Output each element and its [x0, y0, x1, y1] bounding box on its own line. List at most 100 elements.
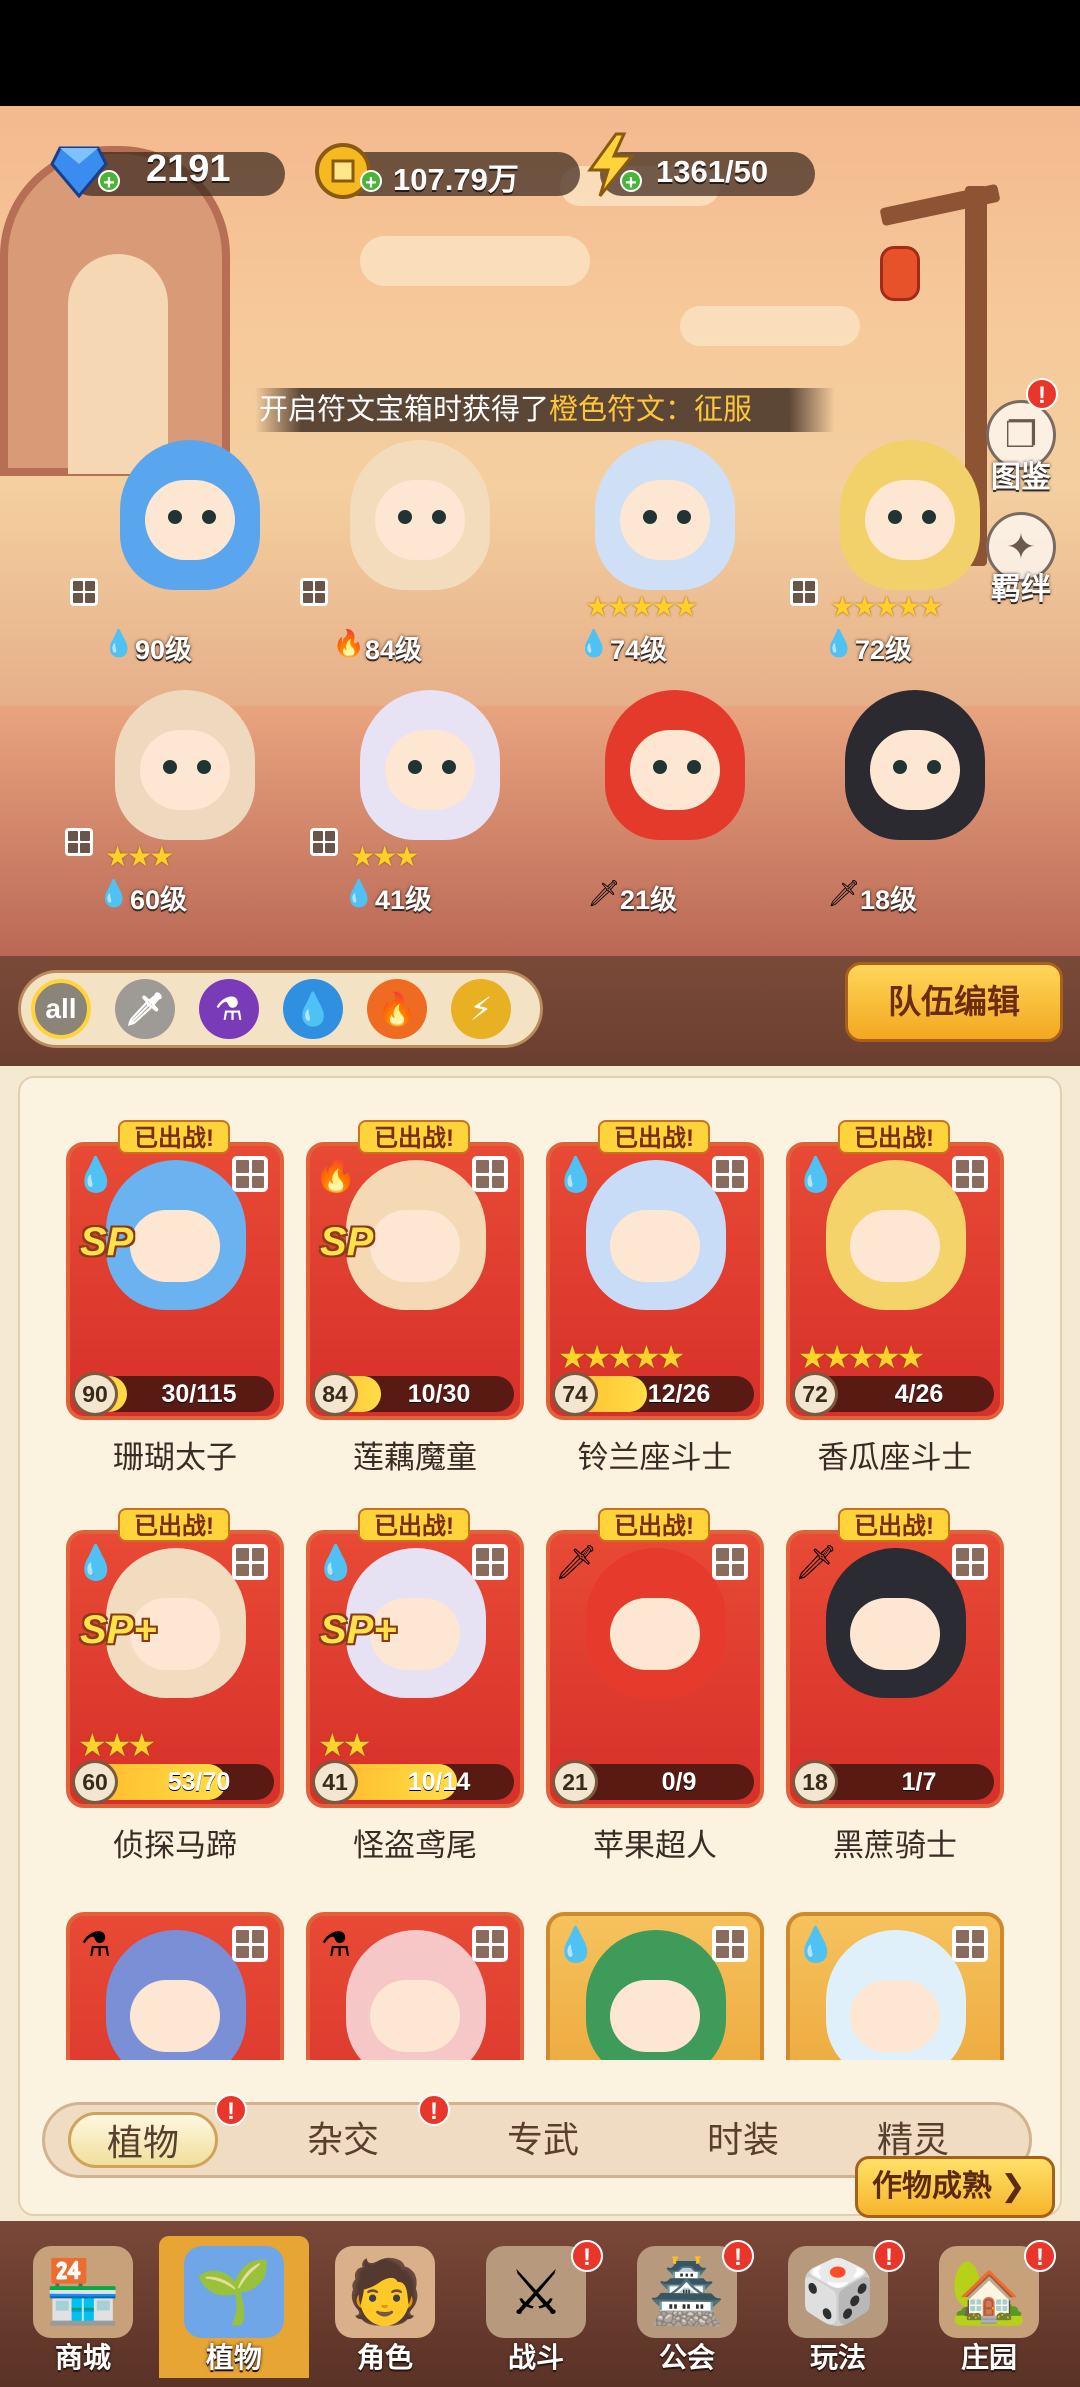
hero-eye	[442, 760, 456, 774]
card-level: 60	[72, 1760, 118, 1804]
formation-grid-icon	[232, 1926, 268, 1962]
team-hero-2[interactable]: 🔥 84级	[300, 430, 510, 665]
plant-name: 黑蔗骑士	[833, 1828, 957, 1863]
card-level: 41	[312, 1760, 358, 1804]
encyclopedia-label: 图鉴	[991, 461, 1051, 494]
formation-grid-icon	[712, 1156, 748, 1192]
nav-character[interactable]: 🧑 角色	[310, 2236, 460, 2378]
deployed-banner: 已出战!	[358, 1120, 470, 1154]
hero-eye	[163, 760, 177, 774]
card-stars: ★★★★★	[558, 1339, 685, 1375]
filter-poison-icon[interactable]: ⚗	[199, 979, 259, 1039]
sword-element-icon: 🗡	[587, 877, 621, 908]
deployed-banner: 已出战!	[838, 1508, 950, 1542]
sp-badge: SP+	[320, 1608, 397, 1652]
plant-card[interactable]: 已出战! 🔥 SP 10/30 84 莲藕魔童	[306, 1120, 524, 1475]
filter-fire-icon[interactable]: 🔥	[367, 979, 427, 1039]
nav-label: 战斗	[507, 2342, 564, 2373]
hero-eye	[927, 760, 941, 774]
filter-sword-icon[interactable]: 🗡	[115, 979, 175, 1039]
hero-eye	[653, 760, 667, 774]
tab-2[interactable]: 专武	[468, 2112, 618, 2168]
plant-name: 珊瑚太子	[113, 1440, 237, 1475]
hero-eye	[398, 510, 412, 524]
nav-notification-badge: !	[571, 2240, 603, 2272]
hero-eye	[432, 510, 446, 524]
water-element-icon: 💧	[97, 877, 131, 908]
add-gems-button[interactable]: +	[98, 170, 120, 194]
deployed-banner: 已出战!	[118, 1120, 230, 1154]
fire-element-icon: 🔥	[314, 1156, 358, 1194]
tab-0[interactable]: 植物	[68, 2112, 218, 2168]
crops-ready-button[interactable]: 作物成熟 ❯	[855, 2156, 1055, 2218]
sword-element-icon: 🗡	[794, 1544, 838, 1582]
team-hero-4[interactable]: ★★★★★ 💧 72级	[790, 430, 1000, 665]
plant-card[interactable]: 已出战! 🗡 1/7 18 黑蔗骑士	[786, 1508, 1004, 1863]
nav-shop[interactable]: 🏪 商城	[8, 2236, 158, 2378]
plant-name: 莲藕魔童	[353, 1440, 477, 1475]
team-hero-1[interactable]: 💧 90级	[70, 430, 280, 665]
formation-grid-icon	[790, 578, 818, 606]
plant-card[interactable]: 已出战! 💧 ★★★★★ 4/26 72 香瓜座斗士	[786, 1120, 1004, 1475]
team-hero-6[interactable]: ★★★ 💧 41级	[310, 680, 520, 915]
hero-stars: ★★★	[350, 841, 419, 872]
deployed-banner: 已出战!	[118, 1508, 230, 1542]
card-stars: ★★	[318, 1727, 371, 1763]
formation-grid-icon	[472, 1544, 508, 1580]
fragment-count: 10/14	[407, 1768, 471, 1796]
add-coins-button[interactable]: +	[360, 170, 382, 194]
plant-card[interactable]: 已出战! 💧 SP+ ★★★ 53/70 60 侦探马蹄	[66, 1508, 284, 1863]
hero-level: 60级	[130, 885, 188, 915]
hero-face	[145, 480, 235, 560]
sword-element-icon: 🗡	[554, 1544, 598, 1582]
poison-element-icon: ⚗	[320, 1926, 352, 1964]
bonds-label: 羁绊	[991, 573, 1051, 606]
water-element-icon: 💧	[102, 627, 136, 658]
plant-name: 怪盗鸢尾	[353, 1828, 477, 1863]
tab-hybrid-notification-badge: !	[418, 2094, 450, 2126]
plant-card[interactable]: 已出战! 💧 SP+ ★★ 10/14 41 怪盗鸢尾	[306, 1508, 524, 1863]
formation-grid-icon	[952, 1926, 988, 1962]
team-hero-5[interactable]: ★★★ 💧 60级	[65, 680, 275, 915]
nav-label: 植物	[205, 2342, 262, 2373]
formation-grid-icon	[310, 828, 338, 856]
marquee-highlight: 橙色符文：征服	[549, 394, 753, 426]
hero-eye	[677, 510, 691, 524]
add-energy-button[interactable]: +	[620, 170, 642, 194]
hero-face	[870, 730, 960, 810]
filter-all-button[interactable]: all	[31, 979, 91, 1039]
hero-face	[630, 730, 720, 810]
formation-grid-icon	[65, 828, 93, 856]
shop-icon: 🏪	[33, 2246, 133, 2338]
nav-notification-badge: !	[1024, 2240, 1056, 2272]
hero-level: 21级	[620, 885, 678, 915]
hero-stars: ★★★	[105, 841, 174, 872]
hero-eye	[888, 510, 902, 524]
fragment-count: 53/70	[167, 1768, 231, 1796]
filter-lightning-icon[interactable]: ⚡	[451, 979, 511, 1039]
plant-card[interactable]: 已出战! 🗡 0/9 21 苹果超人	[546, 1508, 764, 1863]
nav-plant[interactable]: 🌱 植物	[159, 2236, 309, 2378]
plant-card[interactable]: 已出战! 💧 ★★★★★ 12/26 74 铃兰座斗士	[546, 1120, 764, 1475]
hero-eye	[202, 510, 216, 524]
water-element-icon: 💧	[577, 627, 611, 658]
hero-level: 74级	[610, 635, 668, 665]
plant-card[interactable]: 已出战! 💧 SP 30/115 90 珊瑚太子	[66, 1120, 284, 1475]
nav-label: 角色	[356, 2342, 413, 2373]
tab-1[interactable]: 杂交	[268, 2112, 418, 2168]
sp-badge: SP	[80, 1220, 134, 1264]
filter-water-icon[interactable]: 💧	[283, 979, 343, 1039]
team-hero-7[interactable]: 🗡 21级	[575, 680, 765, 915]
team-hero-8[interactable]: 🗡 18级	[815, 680, 1005, 915]
nav-notification-badge: !	[722, 2240, 754, 2272]
card-level: 21	[552, 1760, 598, 1804]
formation-grid-icon	[70, 578, 98, 606]
hero-face	[865, 480, 955, 560]
team-edit-button[interactable]: 队伍编辑	[845, 962, 1063, 1042]
tab-3[interactable]: 时装	[668, 2112, 818, 2168]
team-hero-3[interactable]: ★★★★★ 💧 74级	[565, 430, 755, 665]
plant-face	[130, 1980, 220, 2052]
hero-eye	[197, 760, 211, 774]
card-level: 84	[312, 1372, 358, 1416]
status-bar	[0, 0, 1080, 106]
